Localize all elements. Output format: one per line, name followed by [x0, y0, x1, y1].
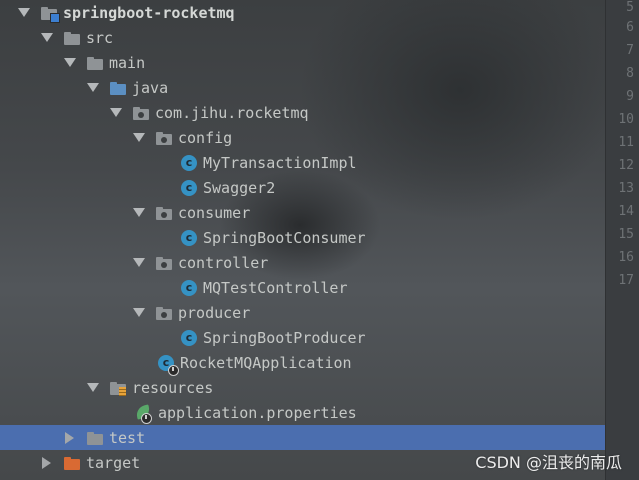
tree-node-package[interactable]: com.jihu.rocketmq [0, 100, 605, 125]
tree-node-my-transaction-impl[interactable]: c MyTransactionImpl [0, 150, 605, 175]
package-icon [132, 105, 150, 121]
class-icon: c [181, 329, 197, 346]
tree-node-label: controller [178, 253, 269, 272]
tree-node-test[interactable]: test [0, 425, 605, 450]
expand-arrow-icon[interactable] [132, 258, 145, 267]
tree-node-mq-test-controller[interactable]: c MQTestController [0, 275, 605, 300]
expand-arrow-icon[interactable] [40, 33, 53, 42]
tree-node-config[interactable]: config [0, 125, 605, 150]
tree-node-label: MQTestController [203, 278, 348, 297]
editor-gutter: 5 6 7 8 9 10 11 12 13 14 15 16 17 [605, 0, 639, 480]
line-number: 8 [626, 66, 634, 81]
resources-folder-icon [109, 380, 127, 396]
collapse-arrow-icon[interactable] [63, 431, 76, 444]
expand-arrow-icon[interactable] [63, 58, 76, 67]
line-number: 15 [618, 227, 634, 242]
package-icon [155, 130, 173, 146]
expand-arrow-icon[interactable] [17, 8, 30, 17]
spring-boot-application-icon: c [158, 354, 179, 376]
expand-arrow-icon[interactable] [109, 108, 122, 117]
tree-node-label: application.properties [158, 403, 357, 422]
package-icon [155, 255, 173, 271]
tree-node-label: SpringBootConsumer [203, 228, 366, 247]
folder-icon [63, 30, 81, 46]
line-number: 11 [618, 135, 634, 150]
tree-node-application-properties[interactable]: application.properties [0, 400, 605, 425]
tree-node-label: consumer [178, 203, 251, 222]
tree-node-resources[interactable]: resources [0, 375, 605, 400]
tree-node-label: config [178, 128, 233, 147]
tree-node-swagger2[interactable]: c Swagger2 [0, 175, 605, 200]
tree-node-label: RocketMQApplication [180, 353, 352, 372]
package-icon [155, 305, 173, 321]
collapse-arrow-icon[interactable] [40, 456, 53, 469]
line-number: 7 [626, 43, 634, 58]
excluded-folder-icon [63, 455, 81, 471]
class-icon: c [181, 179, 197, 196]
line-number: 10 [618, 112, 634, 127]
folder-icon [86, 55, 104, 71]
module-folder-icon [40, 5, 60, 23]
tree-node-label: springboot-rocketmq [63, 3, 235, 22]
run-badge-icon [168, 364, 179, 376]
tree-node-label: target [86, 453, 141, 472]
line-number: 14 [618, 204, 634, 219]
line-number: 9 [626, 89, 634, 104]
tree-node-producer[interactable]: producer [0, 300, 605, 325]
tree-node-label: MyTransactionImpl [203, 153, 357, 172]
tree-node-spring-boot-consumer[interactable]: c SpringBootConsumer [0, 225, 605, 250]
class-icon: c [181, 279, 197, 296]
tree-node-rocketmq-application[interactable]: c RocketMQApplication [0, 350, 605, 376]
tree-node-label: src [86, 28, 114, 47]
line-number: 16 [618, 250, 634, 265]
tree-node-spring-boot-producer[interactable]: c SpringBootProducer [0, 325, 605, 350]
tree-node-controller[interactable]: controller [0, 250, 605, 275]
class-icon: c [181, 229, 197, 246]
project-tree-panel: springboot-rocketmq src main java com.ji… [0, 0, 605, 480]
line-number: 13 [618, 181, 634, 196]
tree-node-label: SpringBootProducer [203, 328, 366, 347]
tree-node-label: java [132, 78, 169, 97]
tree-node-label: producer [178, 303, 251, 322]
expand-arrow-icon[interactable] [86, 383, 99, 392]
line-number: 6 [626, 20, 634, 35]
source-folder-icon [109, 80, 127, 96]
package-icon [155, 205, 173, 221]
tree-node-label: main [109, 53, 146, 72]
tree-node-java[interactable]: java [0, 75, 605, 100]
line-number: 12 [618, 158, 634, 173]
tree-node-label: com.jihu.rocketmq [155, 103, 309, 122]
class-icon: c [181, 154, 197, 171]
tree-node-project[interactable]: springboot-rocketmq [0, 0, 605, 25]
expand-arrow-icon[interactable] [132, 208, 145, 217]
expand-arrow-icon[interactable] [132, 308, 145, 317]
expand-arrow-icon[interactable] [132, 133, 145, 142]
tree-node-label: resources [132, 378, 214, 397]
line-number: 5 [626, 0, 634, 15]
tree-node-consumer[interactable]: consumer [0, 200, 605, 225]
watermark: CSDN @沮丧的南瓜 [475, 453, 622, 472]
tree-node-label: test [109, 428, 146, 447]
tree-node-src[interactable]: src [0, 25, 605, 50]
line-number: 17 [618, 273, 634, 288]
tree-node-main[interactable]: main [0, 50, 605, 75]
folder-icon [86, 430, 104, 446]
tree-node-label: Swagger2 [203, 178, 276, 197]
spring-properties-icon [134, 403, 152, 424]
expand-arrow-icon[interactable] [86, 83, 99, 92]
